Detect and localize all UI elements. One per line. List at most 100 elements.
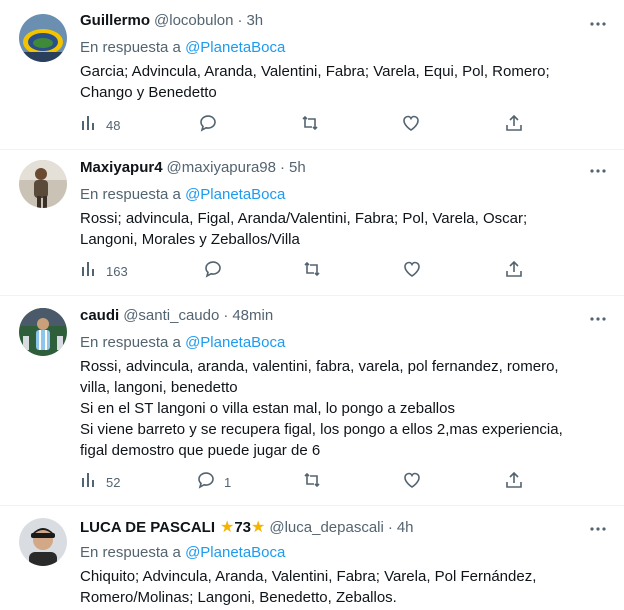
reply-button[interactable] — [203, 259, 223, 283]
tweet-text: Garcia; Advincula, Aranda, Valentini, Fa… — [80, 61, 604, 103]
more-dots-icon[interactable] — [588, 519, 608, 539]
bar-chart-icon — [80, 471, 98, 494]
tweet-text-line: villa, langoni, benedetto — [80, 379, 238, 396]
author-name[interactable]: caudi — [80, 307, 119, 324]
reply-context: En respuesta a @PlanetaBoca — [80, 332, 604, 354]
tweet-time[interactable]: 3h — [246, 12, 263, 29]
author-handle[interactable]: @luca_depascali — [269, 519, 383, 536]
cap-person-avatar[interactable] — [19, 518, 67, 566]
author-handle[interactable]: @santi_caudo — [123, 307, 219, 324]
tweet-text: Rossi, advincula, aranda, valentini, fab… — [80, 356, 604, 461]
author-name[interactable]: Maxiyapur4 — [80, 159, 163, 176]
tweet-time[interactable]: 4h — [397, 519, 414, 536]
tweet-time[interactable]: 48min — [232, 307, 273, 324]
heart-icon — [402, 259, 422, 284]
views-count: 48 — [106, 117, 121, 133]
tweet-text-line: Langoni, Morales y Zeballos/Villa — [80, 231, 300, 248]
views-count: 52 — [106, 474, 121, 490]
share-button[interactable] — [504, 113, 524, 137]
retweet-icon — [302, 470, 322, 495]
like-button[interactable] — [401, 113, 421, 137]
tweet-header: Maxiyapur4 @maxiyapura98 · 5h — [80, 159, 604, 181]
author-name[interactable]: LUCA DE PASCALI — [80, 519, 215, 536]
share-icon — [504, 470, 524, 495]
stadium-avatar[interactable] — [19, 14, 67, 62]
speech-bubble-icon — [198, 113, 218, 138]
tweet-text-line: Rossi; advincula, Figal, Aranda/Valentin… — [80, 210, 528, 227]
retweet-icon — [302, 259, 322, 284]
like-button[interactable] — [402, 259, 422, 283]
tweet-text-line: Rossi, advincula, aranda, valentini, fab… — [80, 358, 559, 375]
speech-bubble-icon — [196, 470, 216, 495]
tweet-text: Chiquito; Advincula, Aranda, Valentini, … — [80, 566, 604, 608]
tweet-item[interactable]: caudi @santi_caudo · 48min En respuesta … — [0, 296, 624, 506]
bar-chart-icon — [80, 260, 98, 283]
heart-icon — [402, 470, 422, 495]
star-icon: ★ — [220, 519, 235, 536]
reply-prefix: En respuesta a — [80, 39, 181, 56]
views-button[interactable]: 163 — [80, 259, 128, 283]
footballer-avatar[interactable] — [19, 308, 67, 356]
tweet-text-line: Garcia; Advincula, Aranda, Valentini, Fa… — [80, 63, 550, 80]
reply-button[interactable]: 1 — [196, 470, 231, 494]
tweet-feed: Guillermo @locobulon · 3h En respuesta a… — [0, 0, 624, 610]
reply-mention-link[interactable]: @PlanetaBoca — [185, 334, 285, 351]
tweet-text-line: Si viene barreto y se recupera figal, lo… — [80, 421, 563, 438]
tweet-time[interactable]: 5h — [289, 159, 306, 176]
reply-prefix: En respuesta a — [80, 544, 181, 561]
tweet-text-line: Chiquito; Advincula, Aranda, Valentini, … — [80, 568, 537, 585]
author-handle[interactable]: @maxiyapura98 — [167, 159, 276, 176]
reply-mention-link[interactable]: @PlanetaBoca — [185, 186, 285, 203]
reply-context: En respuesta a @PlanetaBoca — [80, 37, 604, 59]
retweet-icon — [300, 113, 320, 138]
more-dots-icon[interactable] — [588, 14, 608, 34]
replies-count: 1 — [224, 474, 232, 490]
retweet-button[interactable] — [302, 259, 322, 283]
separator-dot: · — [223, 307, 229, 324]
bar-chart-icon — [80, 114, 98, 137]
action-bar: 48 — [80, 113, 540, 137]
reply-mention-link[interactable]: @PlanetaBoca — [185, 39, 285, 56]
tweet-header: caudi @santi_caudo · 48min — [80, 307, 604, 329]
retweet-button[interactable] — [300, 113, 320, 137]
tweet-item[interactable]: Guillermo @locobulon · 3h En respuesta a… — [0, 0, 624, 150]
tweet-text-line: Chango y Benedetto — [80, 84, 217, 101]
reply-mention-link[interactable]: @PlanetaBoca — [185, 544, 285, 561]
tweet-header: LUCA DE PASCALI ★ 73 ★ @luca_depascali ·… — [80, 517, 604, 539]
name-number: 73 — [234, 519, 252, 536]
separator-dot: · — [280, 159, 285, 176]
more-dots-icon[interactable] — [588, 309, 608, 329]
share-button[interactable] — [504, 470, 524, 494]
star-icon: ★ — [251, 519, 266, 536]
share-button[interactable] — [504, 259, 524, 283]
author-name[interactable]: Guillermo — [80, 12, 150, 29]
views-button[interactable]: 52 — [80, 470, 120, 494]
views-button[interactable]: 48 — [80, 113, 120, 137]
tweet-item[interactable]: Maxiyapur4 @maxiyapura98 · 5h En respues… — [0, 150, 624, 296]
action-bar: 163 — [80, 259, 540, 283]
speech-bubble-icon — [203, 259, 223, 284]
person-avatar[interactable] — [19, 160, 67, 208]
like-button[interactable] — [402, 470, 422, 494]
heart-icon — [401, 113, 421, 138]
tweet-text-line: Si en el ST langoni o villa estan mal, l… — [80, 400, 455, 417]
reply-context: En respuesta a @PlanetaBoca — [80, 184, 604, 206]
share-icon — [504, 259, 524, 284]
separator-dot: · — [237, 12, 243, 29]
tweet-item[interactable]: LUCA DE PASCALI ★ 73 ★ @luca_depascali ·… — [0, 506, 624, 610]
reply-prefix: En respuesta a — [80, 334, 181, 351]
tweet-text-line: Romero/Molinas; Langoni, Benedetto, Zeba… — [80, 589, 397, 606]
separator-dot: · — [387, 519, 393, 536]
tweet-header: Guillermo @locobulon · 3h — [80, 12, 604, 34]
views-count: 163 — [106, 263, 128, 279]
tweet-text-line: figal demostro que puede jugar de 6 — [80, 442, 321, 459]
share-icon — [504, 113, 524, 138]
retweet-button[interactable] — [302, 470, 322, 494]
reply-button[interactable] — [198, 113, 218, 137]
author-handle[interactable]: @locobulon — [154, 12, 233, 29]
reply-prefix: En respuesta a — [80, 186, 181, 203]
tweet-text: Rossi; advincula, Figal, Aranda/Valentin… — [80, 208, 604, 250]
more-dots-icon[interactable] — [588, 161, 608, 181]
reply-context: En respuesta a @PlanetaBoca — [80, 542, 604, 564]
action-bar: 52 1 — [80, 470, 540, 494]
